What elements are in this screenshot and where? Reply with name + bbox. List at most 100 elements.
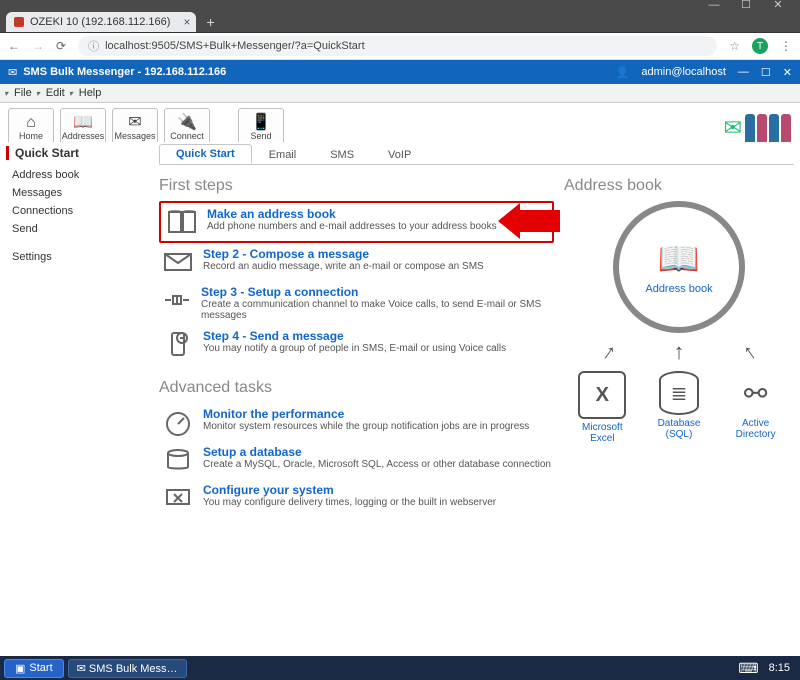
database-icon: ≣ — [659, 371, 699, 415]
envelope-icon — [162, 248, 194, 276]
adv-title: Monitor the performance — [203, 407, 529, 421]
bookmark-icon[interactable]: ☆ — [729, 39, 740, 53]
app-title: SMS Bulk Messenger - 192.168.112.166 — [23, 66, 226, 78]
browser-menu-icon[interactable]: ⋮ — [780, 39, 792, 53]
tab-voip[interactable]: VoIP — [371, 145, 428, 164]
keyboard-icon[interactable]: ⌨ — [738, 660, 758, 677]
chevron-down-icon: ▾ — [4, 89, 8, 98]
task-label: SMS Bulk Mess… — [89, 663, 178, 675]
app-maximize[interactable]: ☐ — [761, 66, 771, 79]
menu-edit[interactable]: Edit — [46, 87, 65, 99]
source-active-directory[interactable]: ⚯ Active Directory — [726, 371, 786, 444]
book-icon — [166, 208, 198, 236]
address-book-label: Address book — [645, 283, 712, 295]
phone-icon: 📱 — [251, 115, 271, 131]
step-title: Step 3 - Setup a connection — [201, 285, 552, 299]
step-desc: Create a communication channel to make V… — [201, 299, 552, 321]
profile-avatar[interactable]: T — [752, 38, 768, 54]
site-info-icon[interactable]: ⓘ — [88, 38, 99, 54]
sidebar-item-address-book[interactable]: Address book — [6, 166, 146, 184]
sidebar-item-settings[interactable]: Settings — [6, 248, 146, 266]
sidebar-item-messages[interactable]: Messages — [6, 184, 146, 202]
chevron-down-icon: ▾ — [69, 89, 73, 98]
home-icon: ⌂ — [26, 115, 36, 131]
addresses-label: Addresses — [62, 131, 105, 141]
step-title: Step 4 - Send a message — [203, 329, 506, 343]
close-icon[interactable]: × — [183, 15, 190, 29]
book-icon: 📖 — [658, 239, 700, 279]
browser-tab[interactable]: OZEKI 10 (192.168.112.166) × — [6, 12, 196, 32]
address-bar[interactable]: ⓘ localhost:9505/SMS+Bulk+Messenger/?a=Q… — [78, 36, 717, 56]
source-label: Database (SQL) — [649, 418, 709, 440]
header-graphic: ✉ — [724, 114, 792, 142]
menu-file[interactable]: File — [14, 87, 32, 99]
step-title: Step 2 - Compose a message — [203, 247, 484, 261]
home-label: Home — [19, 131, 43, 141]
app-close[interactable]: ✕ — [783, 66, 792, 79]
source-excel[interactable]: X Microsoft Excel — [572, 371, 632, 444]
reload-button[interactable]: ⟳ — [56, 39, 66, 53]
step-setup-connection[interactable]: Step 3 - Setup a connectionCreate a comm… — [159, 281, 554, 325]
step-title: Make an address book — [207, 207, 497, 221]
main-tabs: Quick Start Email SMS VoIP — [159, 142, 794, 165]
adv-database[interactable]: Setup a databaseCreate a MySQL, Oracle, … — [159, 441, 554, 479]
sidebar-item-connections[interactable]: Connections — [6, 202, 146, 220]
adv-desc: You may configure delivery times, loggin… — [203, 497, 496, 508]
menu-bar: ▾ File ▾ Edit ▾ Help — [0, 84, 800, 103]
connection-icon — [161, 286, 193, 314]
section-first-steps: First steps — [159, 177, 554, 195]
section-advanced: Advanced tasks — [159, 379, 554, 397]
url-text: localhost:9505/SMS+Bulk+Messenger/?a=Qui… — [105, 40, 365, 52]
tab-email[interactable]: Email — [252, 145, 314, 164]
adv-monitor[interactable]: Monitor the performanceMonitor system re… — [159, 403, 554, 441]
source-database[interactable]: ≣ Database (SQL) — [649, 371, 709, 444]
address-book-circle[interactable]: 📖 Address book — [613, 201, 745, 333]
forward-button[interactable]: → — [32, 39, 44, 53]
tab-sms[interactable]: SMS — [313, 145, 371, 164]
step-desc: You may notify a group of people in SMS,… — [203, 343, 506, 354]
chevron-down-icon: ▾ — [36, 89, 40, 98]
user-label[interactable]: admin@localhost — [641, 66, 726, 78]
start-button[interactable]: ▣ Start — [4, 659, 64, 678]
excel-icon: X — [578, 371, 626, 419]
phone-message-icon — [162, 330, 194, 358]
back-button[interactable]: ← — [8, 39, 20, 53]
adv-title: Setup a database — [203, 445, 551, 459]
adv-desc: Monitor system resources while the group… — [203, 421, 529, 432]
connect-label: Connect — [170, 131, 204, 141]
step-send-message[interactable]: Step 4 - Send a messageYou may notify a … — [159, 325, 554, 363]
app-icon: ✉ — [8, 66, 17, 79]
taskbar: ▣ Start ✉ SMS Bulk Mess… ⌨ 8:15 — [0, 656, 800, 680]
step-desc: Record an audio message, write an e-mail… — [203, 261, 484, 272]
window-minimize[interactable]: — — [698, 0, 730, 10]
clock: 8:15 — [769, 662, 790, 674]
tab-title: OZEKI 10 (192.168.112.166) — [30, 16, 170, 28]
addresses-icon: 📖 — [73, 115, 93, 131]
favicon — [14, 17, 24, 27]
red-arrow-callout — [498, 203, 560, 239]
start-label: Start — [29, 662, 52, 674]
tab-quick-start[interactable]: Quick Start — [159, 144, 252, 164]
new-tab-button[interactable]: + — [206, 12, 214, 32]
adv-desc: Create a MySQL, Oracle, Microsoft SQL, A… — [203, 459, 551, 470]
taskbar-item[interactable]: ✉ SMS Bulk Mess… — [68, 659, 187, 678]
mail-burst-icon: ✉ — [724, 115, 742, 141]
arrows-up: ↑↑↑ — [574, 339, 784, 365]
menu-help[interactable]: Help — [79, 87, 102, 99]
sidebar-item-send[interactable]: Send — [6, 220, 146, 238]
source-label: Active Directory — [726, 418, 786, 440]
step-compose-message[interactable]: Step 2 - Compose a messageRecord an audi… — [159, 243, 554, 281]
start-icon: ▣ — [15, 662, 25, 675]
envelope-icon: ✉ — [128, 115, 141, 131]
step-make-address-book[interactable]: Make an address bookAdd phone numbers an… — [159, 201, 554, 243]
source-label: Microsoft Excel — [572, 422, 632, 444]
app-minimize[interactable]: — — [738, 66, 749, 78]
tools-icon — [162, 484, 194, 512]
task-icon: ✉ — [77, 663, 89, 675]
window-close[interactable]: ✕ — [762, 0, 794, 10]
adv-configure[interactable]: Configure your systemYou may configure d… — [159, 479, 554, 517]
window-maximize[interactable]: ☐ — [730, 0, 762, 10]
sidebar-header: Quick Start — [6, 146, 146, 160]
step-desc: Add phone numbers and e-mail addresses t… — [207, 221, 497, 232]
gauge-icon — [162, 408, 194, 436]
